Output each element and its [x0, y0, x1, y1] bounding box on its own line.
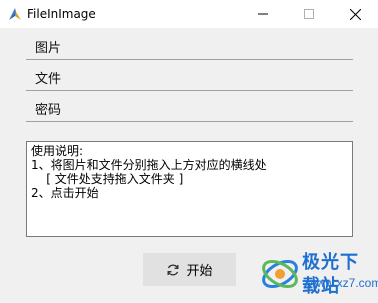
watermark-logo-icon: [262, 260, 298, 288]
file-field-label: 文件: [35, 72, 62, 87]
password-field-label: 密码: [35, 103, 62, 118]
maximize-button[interactable]: [286, 0, 332, 28]
app-window: FileInImage 图片 文件 密码 使用说明: 1、将图片和文件分别拖入上…: [0, 0, 378, 303]
minimize-icon: [258, 13, 268, 15]
instructions-line: 2、点击开始: [31, 186, 99, 200]
close-icon: [349, 8, 361, 20]
refresh-icon: [167, 264, 179, 275]
start-button-label: 开始: [186, 264, 213, 279]
password-field[interactable]: 密码: [26, 100, 353, 122]
instructions-textbox[interactable]: 使用说明: 1、将图片和文件分别拖入上方对应的横线处 [ 文件处支持拖入文件夹 …: [26, 141, 353, 237]
instructions-line: 1、将图片和文件分别拖入上方对应的横线处: [31, 158, 267, 172]
watermark: 极光下载站 www.xz7.com: [258, 250, 378, 300]
instructions-line: 使用说明:: [31, 144, 84, 158]
close-button[interactable]: [332, 0, 378, 28]
title-bar[interactable]: FileInImage: [0, 0, 378, 28]
image-drop-field[interactable]: 图片: [26, 38, 353, 60]
instructions-line: [ 文件处支持拖入文件夹 ]: [31, 172, 184, 186]
maximize-icon: [304, 9, 314, 19]
app-icon: [9, 8, 21, 20]
watermark-title: 极光下载站: [302, 252, 359, 297]
start-button[interactable]: 开始: [143, 253, 236, 286]
image-field-label: 图片: [35, 41, 62, 56]
window-title: FileInImage: [27, 7, 96, 21]
minimize-button[interactable]: [240, 0, 286, 28]
watermark-url: www.xz7.com: [308, 276, 378, 290]
file-drop-field[interactable]: 文件: [26, 69, 353, 91]
